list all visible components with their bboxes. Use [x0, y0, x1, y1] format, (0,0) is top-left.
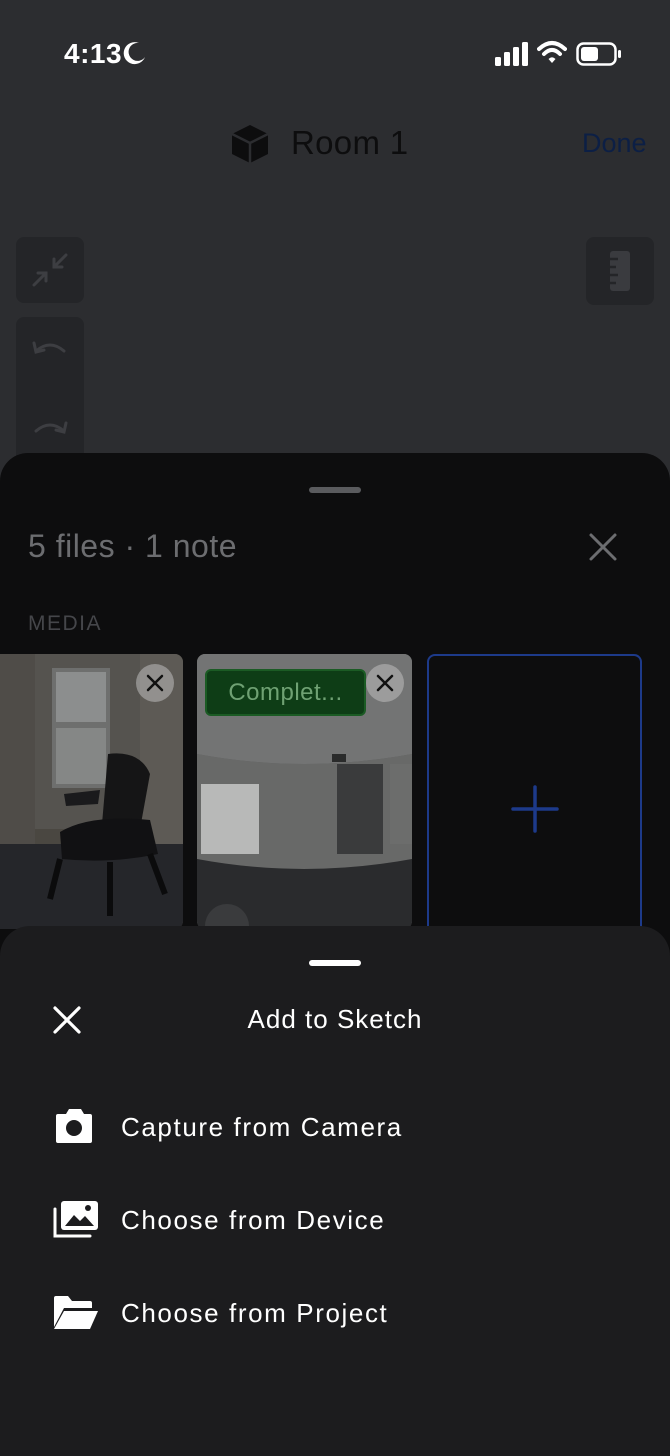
photo-library-icon — [53, 1201, 98, 1238]
status-badge: Complet... — [205, 669, 366, 716]
remove-media-button[interactable] — [366, 664, 404, 702]
cellular-signal-icon — [495, 42, 528, 66]
close-icon — [146, 674, 164, 692]
option-label: Choose from Project — [121, 1298, 389, 1328]
plus-icon — [511, 785, 559, 833]
status-time: 4:13 — [64, 38, 123, 69]
undo-icon[interactable] — [16, 317, 84, 387]
option-label: Capture from Camera — [121, 1112, 403, 1142]
choose-from-device-option[interactable]: Choose from Device — [0, 1185, 670, 1255]
do-not-disturb-moon-icon — [123, 42, 145, 65]
page-title: Room 1 — [291, 124, 409, 161]
done-button[interactable]: Done — [582, 128, 647, 159]
battery-icon — [576, 42, 621, 66]
camera-icon — [56, 1109, 92, 1143]
files-summary: 5 files · 1 note — [28, 528, 237, 564]
add-sheet-grabber[interactable] — [309, 960, 361, 966]
media-section-label: MEDIA — [28, 612, 103, 635]
measure-button[interactable] — [586, 237, 654, 305]
close-icon[interactable] — [586, 530, 620, 564]
folder-open-icon — [54, 1296, 98, 1329]
wifi-icon — [537, 41, 567, 63]
choose-from-project-option[interactable]: Choose from Project — [0, 1278, 670, 1348]
cube-icon — [231, 125, 269, 163]
remove-media-button[interactable] — [136, 664, 174, 702]
option-label: Choose from Device — [121, 1205, 386, 1235]
capture-from-camera-option[interactable]: Capture from Camera — [0, 1092, 670, 1162]
collapse-button[interactable] — [16, 237, 84, 303]
status-bar: 4:13 — [0, 0, 670, 100]
collapse-arrows-icon — [32, 253, 68, 287]
sheet-title: Add to Sketch — [247, 1004, 423, 1034]
ruler-icon — [610, 251, 630, 291]
files-sheet-grabber[interactable] — [309, 487, 361, 493]
close-icon — [376, 674, 394, 692]
